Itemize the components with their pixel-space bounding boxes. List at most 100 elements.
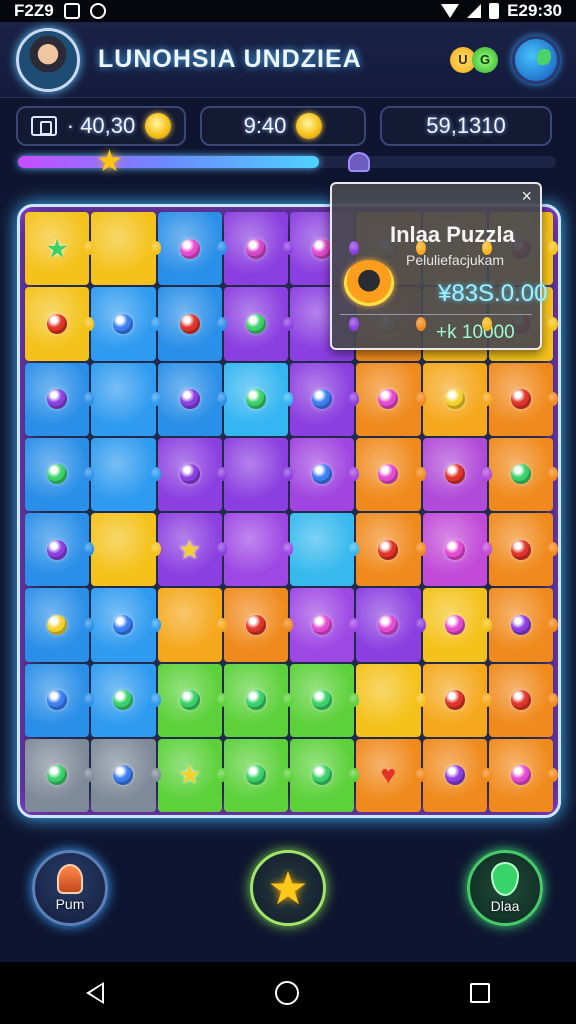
puzzle-piece[interactable]	[157, 212, 228, 286]
puzzle-piece[interactable]	[91, 663, 161, 737]
home-icon[interactable]	[274, 981, 299, 1005]
puzzle-piece[interactable]	[91, 287, 161, 361]
puzzle-piece[interactable]	[488, 362, 558, 436]
puzzle-piece[interactable]	[488, 513, 558, 587]
gem-icon	[378, 389, 399, 410]
gem-icon	[510, 614, 531, 635]
gem-icon	[444, 389, 465, 410]
puzzle-piece[interactable]	[422, 513, 493, 587]
puzzle-piece[interactable]	[290, 362, 360, 436]
puzzle-piece[interactable]	[223, 287, 294, 361]
star-circle[interactable]: ★	[250, 850, 326, 926]
puzzle-piece[interactable]	[157, 362, 228, 436]
puzzle-piece[interactable]	[157, 437, 228, 511]
puzzle-piece[interactable]: ★	[157, 513, 228, 587]
puzzle-piece[interactable]	[223, 212, 294, 286]
puzzle-piece[interactable]	[356, 513, 426, 587]
puzzle-piece[interactable]	[223, 362, 294, 436]
puzzle-piece[interactable]	[91, 212, 161, 286]
avatar[interactable]	[16, 27, 80, 92]
gem-icon	[378, 539, 399, 560]
gem-icon	[113, 690, 134, 711]
shield-label: Dlaa	[490, 898, 520, 914]
puzzle-piece[interactable]: ♥	[356, 738, 426, 812]
puzzle-piece[interactable]	[290, 588, 360, 662]
puzzle-piece[interactable]	[422, 588, 493, 662]
gem-icon	[312, 765, 333, 786]
coin-icon	[145, 113, 172, 139]
person-icon	[57, 864, 83, 894]
puzzle-piece[interactable]	[488, 663, 558, 737]
puzzle-piece[interactable]	[422, 663, 493, 737]
puzzle-piece[interactable]	[25, 588, 95, 662]
gem-icon	[510, 464, 531, 485]
puzzle-piece[interactable]	[25, 738, 95, 812]
puzzle-piece[interactable]	[223, 588, 294, 662]
coin-icon	[296, 113, 323, 139]
close-icon[interactable]: ×	[521, 186, 532, 207]
puzzle-piece[interactable]	[157, 588, 228, 662]
puzzle-piece[interactable]	[356, 588, 426, 662]
puzzle-piece[interactable]	[488, 738, 558, 812]
shield-circle[interactable]: Dlaa	[467, 850, 543, 926]
puzzle-piece[interactable]	[91, 362, 161, 436]
puzzle-piece[interactable]	[91, 738, 161, 812]
offer-title: Inlaa Puzzla	[390, 222, 515, 247]
score-stat[interactable]: 59,1310	[380, 106, 552, 146]
star-button[interactable]: ★	[250, 850, 326, 926]
back-icon[interactable]	[85, 982, 104, 1004]
puzzle-piece[interactable]	[25, 287, 95, 361]
puzzle-piece[interactable]	[91, 513, 161, 587]
puzzle-piece[interactable]: ★	[25, 212, 95, 286]
puzzle-piece[interactable]	[422, 362, 493, 436]
puzzle-piece[interactable]	[290, 513, 360, 587]
progress-marker-icon	[348, 152, 370, 172]
puzzle-piece[interactable]	[223, 663, 294, 737]
shield-button[interactable]: Dlaa	[467, 850, 543, 926]
profile-circle[interactable]: Pum	[32, 850, 108, 926]
puzzle-piece[interactable]	[223, 437, 294, 511]
gem-icon	[444, 765, 465, 786]
gem-icon	[510, 765, 531, 786]
puzzle-piece[interactable]	[91, 437, 161, 511]
offer-popup[interactable]: × Inlaa Puzzla Peluliefacjukam ¥83S.0.00…	[330, 182, 547, 350]
puzzle-piece[interactable]	[223, 513, 294, 587]
gem-icon	[245, 238, 266, 259]
offer-ring-icon	[344, 260, 394, 306]
puzzle-piece[interactable]	[25, 663, 95, 737]
puzzle-piece[interactable]	[422, 437, 493, 511]
puzzle-piece[interactable]	[290, 738, 360, 812]
tickets-stat[interactable]: · 40,30	[16, 106, 186, 146]
gem-icon	[47, 614, 68, 635]
profile-button[interactable]: Pum	[32, 850, 108, 926]
puzzle-piece[interactable]	[25, 513, 95, 587]
puzzle-piece[interactable]	[356, 663, 426, 737]
gem-icon	[113, 614, 134, 635]
gem-icon: G	[472, 46, 498, 73]
gem-icon	[179, 389, 200, 410]
puzzle-piece[interactable]	[356, 437, 426, 511]
puzzle-piece[interactable]	[488, 588, 558, 662]
coin-pair[interactable]: U G	[450, 46, 498, 73]
globe-icon[interactable]	[512, 35, 560, 84]
puzzle-piece[interactable]	[290, 437, 360, 511]
puzzle-piece[interactable]: ★	[157, 738, 228, 812]
puzzle-piece[interactable]	[25, 437, 95, 511]
puzzle-piece[interactable]	[157, 287, 228, 361]
puzzle-piece[interactable]	[223, 738, 294, 812]
gem-icon	[378, 614, 399, 635]
puzzle-piece[interactable]	[157, 663, 228, 737]
puzzle-piece[interactable]	[25, 362, 95, 436]
wifi-icon	[441, 4, 460, 18]
gem-icon	[245, 690, 266, 711]
puzzle-piece[interactable]	[290, 663, 360, 737]
offer-price[interactable]: ¥83S.0.00	[438, 280, 547, 308]
time-stat[interactable]: 9:40	[200, 106, 366, 146]
level-progress-bar: ★	[18, 145, 556, 178]
offer-bonus: +k 10000	[436, 322, 515, 343]
recents-icon[interactable]	[470, 983, 491, 1003]
puzzle-piece[interactable]	[356, 362, 426, 436]
puzzle-piece[interactable]	[422, 738, 493, 812]
puzzle-piece[interactable]	[488, 437, 558, 511]
puzzle-piece[interactable]	[91, 588, 161, 662]
